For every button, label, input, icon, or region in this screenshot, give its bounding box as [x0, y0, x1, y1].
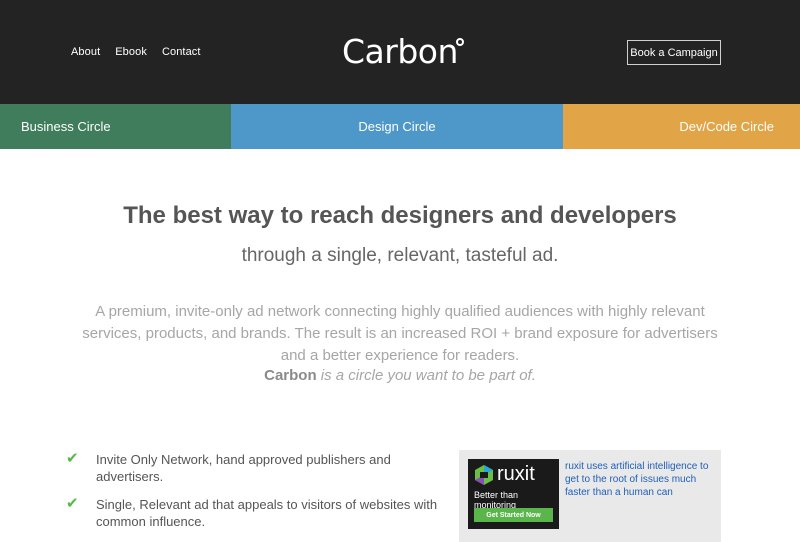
ad-image[interactable]: ruxit Better than monitoring Get Started…	[468, 459, 559, 529]
ad-copy-link[interactable]: ruxit uses artificial intelligence to ge…	[565, 460, 715, 499]
top-header: About Ebook Contact Carbon Book a Campai…	[0, 0, 800, 104]
sponsored-ad[interactable]: ruxit Better than monitoring Get Started…	[459, 450, 721, 542]
feature-item: ✔ Single, Relevant ad that appeals to vi…	[66, 496, 456, 530]
book-campaign-button[interactable]: Book a Campaign	[627, 40, 721, 65]
feature-text: Single, Relevant ad that appeals to visi…	[96, 497, 438, 529]
tagline-brand: Carbon	[264, 367, 317, 384]
feature-text: Invite Only Network, hand approved publi…	[96, 452, 391, 484]
main-nav: About Ebook Contact	[71, 46, 201, 58]
tab-design-circle[interactable]: Design Circle	[231, 104, 563, 149]
hero-subhead: through a single, relevant, tasteful ad.	[241, 245, 559, 266]
tab-business-circle[interactable]: Business Circle	[0, 104, 231, 149]
check-icon: ✔	[66, 495, 79, 512]
carbon-logo[interactable]: Carbon	[342, 32, 466, 71]
nav-about-link[interactable]: About	[71, 46, 100, 58]
check-icon: ✔	[66, 450, 79, 467]
tagline-text: is a circle you want to be part of.	[316, 367, 536, 384]
tab-dev-code-circle[interactable]: Dev/Code Circle	[563, 104, 800, 149]
ad-tagline: Better than monitoring	[474, 490, 519, 510]
ad-get-started-button[interactable]: Get Started Now	[474, 508, 553, 522]
nav-contact-link[interactable]: Contact	[162, 46, 201, 58]
hero-headline: The best way to reach designers and deve…	[123, 202, 677, 229]
feature-list: ✔ Invite Only Network, hand approved pub…	[66, 451, 456, 541]
hero-description: A premium, invite-only ad network connec…	[82, 303, 718, 364]
circle-tabs: Business Circle Design Circle Dev/Code C…	[0, 104, 800, 149]
ruxit-logo-icon	[475, 465, 493, 485]
nav-ebook-link[interactable]: Ebook	[115, 46, 147, 58]
logo-text: Carbon	[342, 32, 458, 71]
hero-tagline: Carbon is a circle you want to be part o…	[0, 367, 800, 384]
ad-brand: ruxit	[497, 463, 535, 485]
feature-item: ✔ Invite Only Network, hand approved pub…	[66, 451, 456, 485]
logo-dot-icon	[455, 38, 464, 46]
